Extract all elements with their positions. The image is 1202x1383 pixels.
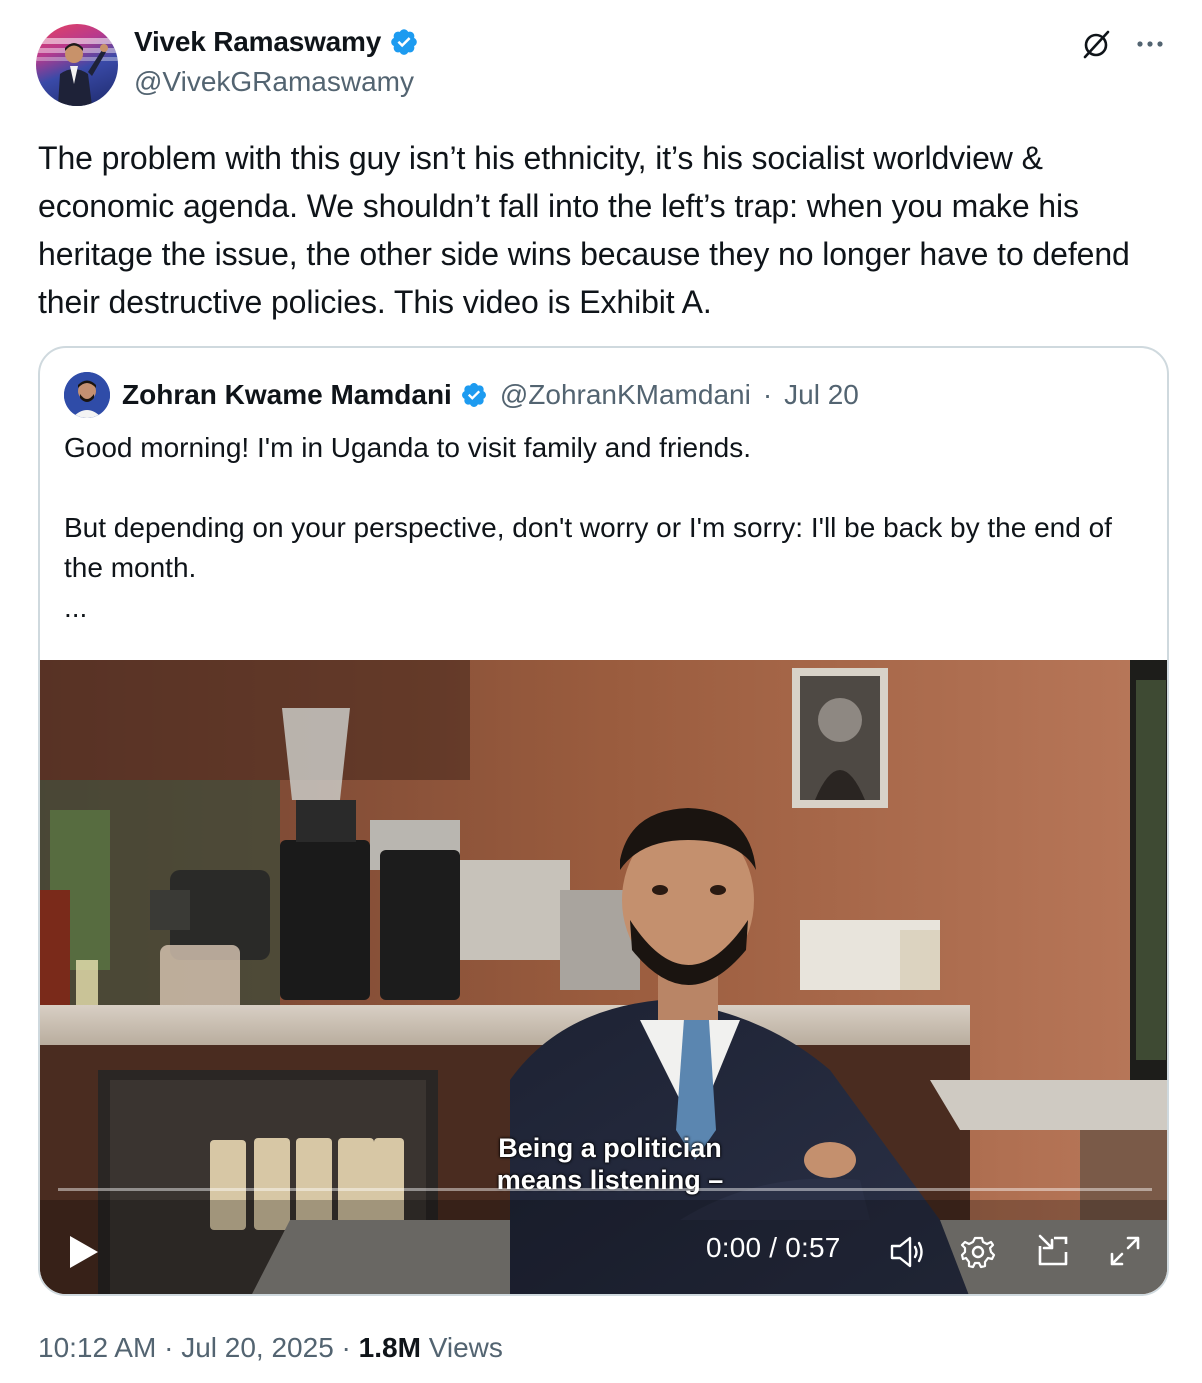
author-avatar[interactable] bbox=[36, 24, 118, 106]
quoted-tweet-text: Good morning! I'm in Uganda to visit fam… bbox=[64, 432, 1112, 623]
footer-separator: · bbox=[156, 1332, 182, 1363]
video-player[interactable]: Being a politician means listening – 0:0… bbox=[40, 660, 1167, 1294]
views-count: 1.8M bbox=[358, 1332, 421, 1363]
views-label: Views bbox=[420, 1332, 503, 1363]
video-frame bbox=[40, 660, 1167, 1294]
quoted-tweet-card[interactable]: Zohran Kwame Mamdani @ZohranKMamdani · J… bbox=[38, 346, 1169, 1296]
tweet-footer: 10:12 AM · Jul 20, 2025 · 1.8M Views bbox=[38, 1332, 503, 1364]
volume-icon[interactable] bbox=[888, 1234, 928, 1270]
caption-line-2: means listening – bbox=[496, 1165, 724, 1195]
pip-icon[interactable] bbox=[1036, 1232, 1072, 1268]
play-icon[interactable] bbox=[66, 1232, 102, 1272]
video-time: 0:00 / 0:57 bbox=[706, 1232, 841, 1263]
quoted-author-avatar[interactable] bbox=[64, 372, 110, 418]
tweet-date[interactable]: Jul 20, 2025 bbox=[181, 1332, 334, 1363]
more-icon[interactable] bbox=[1132, 28, 1168, 60]
settings-icon[interactable] bbox=[960, 1234, 996, 1270]
tweet: Vivek Ramaswamy @VivekGRamaswamy The pro… bbox=[0, 0, 1202, 1383]
quoted-tweet-header: Zohran Kwame Mamdani @ZohranKMamdani · J… bbox=[64, 372, 859, 418]
author-handle[interactable]: @VivekGRamaswamy bbox=[134, 66, 414, 98]
quoted-verified-badge-icon bbox=[461, 383, 486, 407]
fullscreen-icon[interactable] bbox=[1108, 1234, 1142, 1268]
tweet-time[interactable]: 10:12 AM bbox=[38, 1332, 156, 1363]
video-progress-bar[interactable] bbox=[58, 1188, 1152, 1191]
caption-line-1: Being a politician bbox=[498, 1133, 722, 1163]
author-name-row: Vivek Ramaswamy bbox=[134, 26, 419, 58]
footer-separator: · bbox=[333, 1332, 359, 1363]
quoted-author-handle[interactable]: @ZohranKMamdani bbox=[500, 379, 751, 411]
tweet-text: The problem with this guy isn’t his ethn… bbox=[38, 140, 1130, 320]
quoted-separator: · bbox=[762, 379, 773, 410]
quoted-date[interactable]: Jul 20 bbox=[784, 379, 859, 411]
quoted-author-name[interactable]: Zohran Kwame Mamdani bbox=[122, 379, 452, 411]
grok-icon[interactable] bbox=[1080, 28, 1112, 60]
verified-badge-icon bbox=[391, 29, 417, 55]
author-name[interactable]: Vivek Ramaswamy bbox=[134, 26, 381, 58]
